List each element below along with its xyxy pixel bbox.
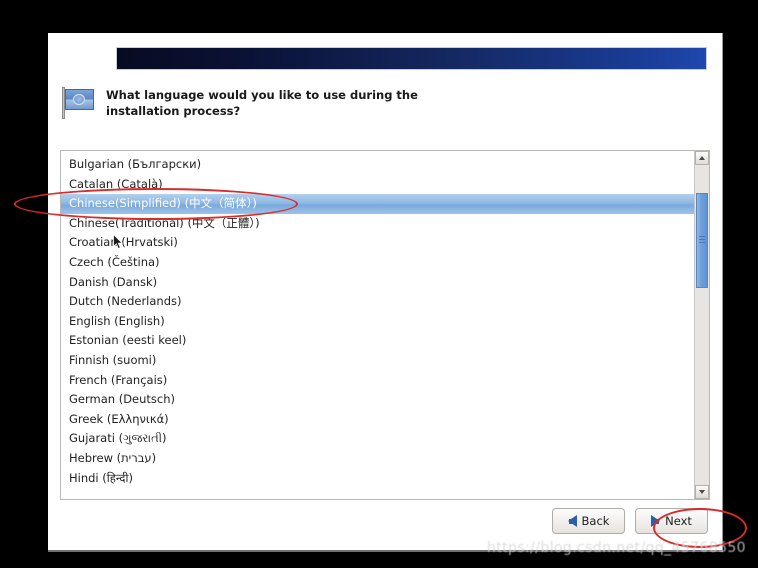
language-list-item[interactable]: Danish (Dansk) xyxy=(61,273,694,293)
arrow-right-icon xyxy=(651,515,661,527)
arrow-left-icon xyxy=(567,515,577,527)
next-button[interactable]: Next xyxy=(635,508,708,534)
footer-buttons: Back Next xyxy=(552,508,708,534)
language-list-item[interactable]: Dutch (Nederlands) xyxy=(61,292,694,312)
scrollbar-down-arrow-icon[interactable] xyxy=(695,485,709,499)
scrollbar-thumb[interactable] xyxy=(696,193,708,288)
next-button-label: Next xyxy=(665,514,692,528)
scrollbar-grip xyxy=(699,236,705,245)
scrollbar-up-arrow-icon[interactable] xyxy=(695,151,709,165)
flag-emblem xyxy=(73,94,85,105)
language-list-item[interactable]: Estonian (eesti keel) xyxy=(61,331,694,351)
prompt-row: What language would you like to use duri… xyxy=(60,85,700,120)
watermark: https://blog.csdn.net/qq_45768550 xyxy=(487,540,746,556)
language-list-item[interactable]: Chinese(Traditional) (中文（正體）) xyxy=(61,214,694,234)
language-list-item[interactable]: French (Français) xyxy=(61,371,694,391)
back-button-label: Back xyxy=(581,514,610,528)
language-list-item[interactable]: Hindi (हिन्दी) xyxy=(61,469,694,489)
language-list-item[interactable]: Hebrew (עברית) xyxy=(61,449,694,469)
back-button[interactable]: Back xyxy=(552,508,625,534)
language-listbox[interactable]: Bulgarian (Български) Catalan (Català) Chi… xyxy=(60,150,710,500)
language-list-item[interactable]: Croatian (Hrvatski) xyxy=(61,233,694,253)
language-list-item[interactable]: German (Deutsch) xyxy=(61,390,694,410)
header-banner-bar xyxy=(116,47,707,70)
installer-dialog: What language would you like to use duri… xyxy=(48,33,723,552)
language-list-item[interactable]: Chinese(Simplified) (中文（简体）) xyxy=(61,194,694,214)
language-list-item[interactable]: Bulgarian (Български) xyxy=(61,155,694,175)
language-list-item[interactable]: Catalan (Català) xyxy=(61,175,694,195)
language-list-item[interactable]: Finnish (suomi) xyxy=(61,351,694,371)
flag-icon xyxy=(60,86,96,120)
banner-area xyxy=(48,33,722,73)
language-list-item[interactable]: English (English) xyxy=(61,312,694,332)
language-list-item[interactable]: Gujarati (ગુજરાતી) xyxy=(61,429,694,449)
language-list-item[interactable]: Greek (Ελληνικά) xyxy=(61,410,694,430)
list-scrollbar[interactable] xyxy=(694,151,709,499)
language-list[interactable]: Bulgarian (Български) Catalan (Català) Chi… xyxy=(61,151,694,499)
language-list-item[interactable]: Czech (Čeština) xyxy=(61,253,694,273)
prompt-text: What language would you like to use duri… xyxy=(106,88,418,118)
